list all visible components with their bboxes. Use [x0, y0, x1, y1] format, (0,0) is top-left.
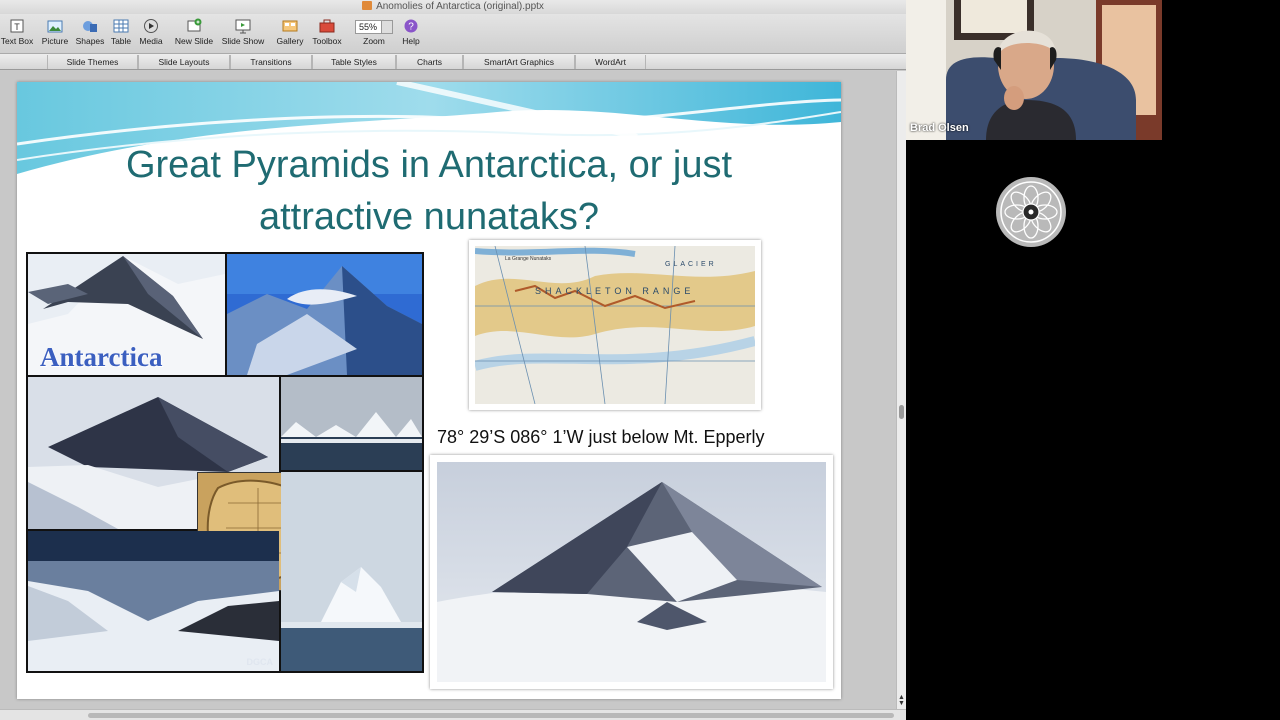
- map-glacier-label: GLACIER: [665, 261, 717, 268]
- presentation-app: Anomolies of Antarctica (original).pptx …: [0, 0, 906, 720]
- horizontal-scrollbar[interactable]: [0, 709, 906, 720]
- text-box-icon: T: [10, 19, 24, 33]
- tab-charts[interactable]: Charts: [396, 55, 463, 69]
- document-icon: [362, 1, 373, 10]
- picture-icon: [47, 20, 63, 33]
- participant-video-tile[interactable]: Brad Olsen: [906, 0, 1162, 140]
- tab-slide-themes[interactable]: Slide Themes: [47, 55, 138, 69]
- dgca-watermark: DGCA: [246, 657, 274, 667]
- slide-canvas[interactable]: Great Pyramids in Antarctica, or just at…: [0, 71, 896, 709]
- pyramid-collage[interactable]: Antarctica DGCA: [26, 252, 424, 673]
- horizontal-scroll-thumb[interactable]: [88, 713, 894, 718]
- coordinates-caption[interactable]: 78° 29’S 086° 1’W just below Mt. Epperly: [437, 427, 765, 448]
- participant-video-frame: [906, 0, 1162, 140]
- new-slide-icon: [187, 18, 202, 32]
- tab-table-styles[interactable]: Table Styles: [312, 55, 396, 69]
- collage-photo-iceberg: [281, 472, 422, 671]
- shackleton-map-image: SHACKLETON RANGE GLACIER La Grange Nunat…: [473, 245, 757, 405]
- text-box-button[interactable]: T Text Box: [0, 18, 34, 46]
- gallery-button[interactable]: Gallery: [273, 18, 307, 46]
- picture-button[interactable]: Picture: [38, 18, 72, 46]
- window-titlebar: Anomolies of Antarctica (original).pptx: [0, 0, 906, 14]
- table-icon: [113, 19, 129, 33]
- help-icon: ?: [404, 19, 418, 33]
- zoom-control[interactable]: 55% Zoom: [352, 18, 396, 46]
- map-range-label: SHACKLETON RANGE: [535, 286, 694, 296]
- zoom-select[interactable]: 55%: [355, 20, 393, 34]
- mt-epperly-pyramid-image: [437, 462, 826, 682]
- svg-text:?: ?: [408, 22, 414, 33]
- pyramid-photo[interactable]: [430, 455, 833, 689]
- tab-wordart[interactable]: WordArt: [575, 55, 646, 69]
- ribbon-tabs: Slide Themes Slide Layouts Transitions T…: [0, 54, 906, 70]
- svg-text:T: T: [14, 22, 20, 32]
- map-photo[interactable]: SHACKLETON RANGE GLACIER La Grange Nunat…: [469, 240, 761, 410]
- antarctica-label: Antarctica: [40, 342, 163, 372]
- collage-photo-mountain: [227, 254, 422, 375]
- toolbox-button[interactable]: Toolbox: [309, 18, 345, 46]
- shapes-button[interactable]: Shapes: [73, 18, 107, 46]
- slide-title[interactable]: Great Pyramids in Antarctica, or just at…: [57, 139, 801, 243]
- collage-photo-peaks: [281, 377, 422, 470]
- vertical-scrollbar[interactable]: ▲ ▼: [896, 71, 906, 709]
- tab-smartart-graphics[interactable]: SmartArt Graphics: [463, 55, 575, 69]
- mandala-logo-icon: [996, 177, 1066, 247]
- table-button[interactable]: Table: [108, 18, 134, 46]
- help-button[interactable]: ? Help: [398, 18, 424, 46]
- new-slide-button[interactable]: New Slide: [172, 18, 216, 46]
- video-call-panel: Brad Olsen: [906, 0, 1280, 720]
- shapes-icon: [83, 21, 97, 32]
- window-title: Anomolies of Antarctica (original).pptx: [376, 1, 544, 12]
- slide[interactable]: Great Pyramids in Antarctica, or just at…: [17, 82, 841, 699]
- participant-name: Brad Olsen: [910, 122, 969, 134]
- tab-slide-layouts[interactable]: Slide Layouts: [138, 55, 230, 69]
- media-icon: [144, 19, 158, 33]
- vertical-scroll-thumb[interactable]: [899, 405, 904, 419]
- slide-show-icon: [235, 19, 251, 34]
- toolbar: T Text Box Picture Shapes Table Media Ne…: [0, 14, 906, 54]
- gallery-icon: [282, 20, 298, 32]
- media-button[interactable]: Media: [136, 18, 166, 46]
- collage-photo-landscape: DGCA: [28, 531, 279, 671]
- scroll-arrows-icon[interactable]: ▲ ▼: [898, 694, 905, 707]
- tab-transitions[interactable]: Transitions: [230, 55, 312, 69]
- slide-show-button[interactable]: Slide Show: [219, 18, 267, 46]
- toolbox-icon: [319, 19, 335, 33]
- map-nunatak-label: La Grange Nunataks: [505, 256, 552, 262]
- collage-photo-antarctica: Antarctica: [28, 254, 225, 375]
